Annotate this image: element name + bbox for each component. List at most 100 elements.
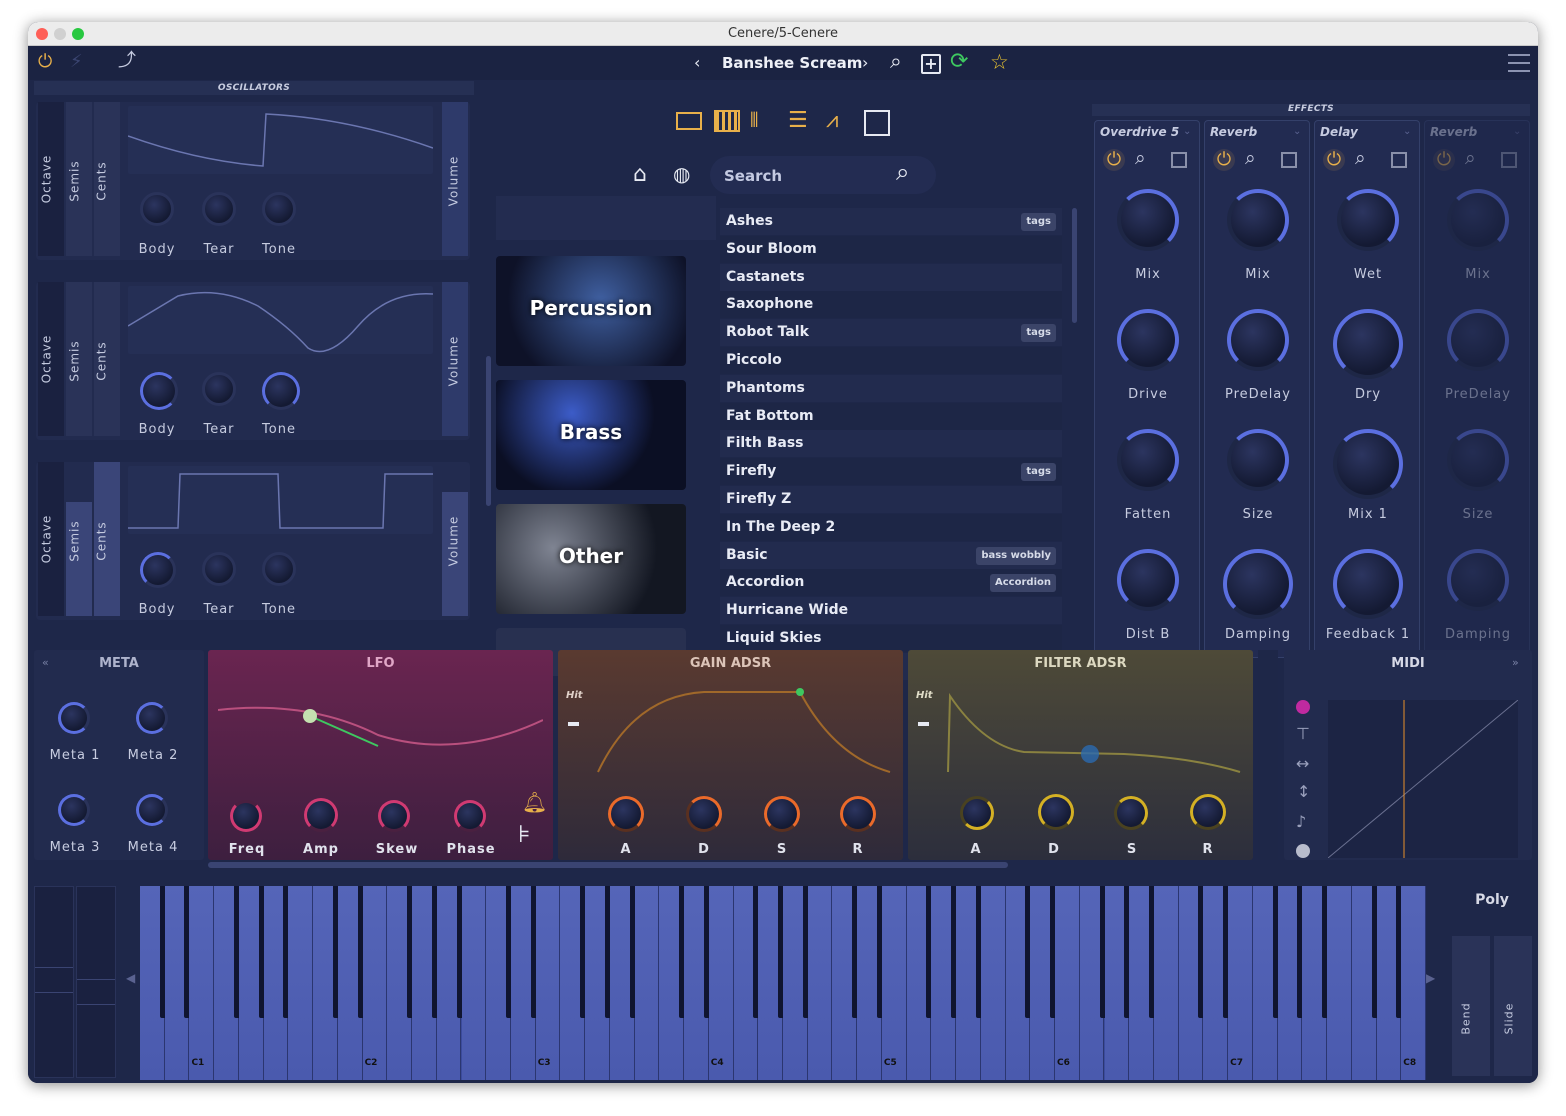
white-key[interactable] <box>881 886 907 1080</box>
volume-slider-label[interactable]: Volume <box>446 516 460 567</box>
chevron-down-icon[interactable]: ⌄ <box>1403 127 1411 137</box>
tone-knob[interactable] <box>262 192 296 226</box>
lightning-icon[interactable]: ⚡ <box>70 53 83 71</box>
effect-knob[interactable] <box>1337 189 1399 251</box>
pitch-wheel[interactable] <box>34 886 74 1078</box>
octave-slider-label[interactable]: Octave <box>39 335 53 384</box>
effect-knob[interactable] <box>1117 309 1179 371</box>
tear-knob[interactable] <box>202 192 236 226</box>
white-key[interactable] <box>362 886 388 1080</box>
white-key[interactable] <box>189 886 215 1080</box>
mod-wheel[interactable] <box>76 886 116 1078</box>
chevron-down-icon[interactable]: ⌄ <box>1183 127 1191 137</box>
preset-row[interactable]: Accordion Accordion <box>720 569 1062 597</box>
filter-attack-knob[interactable] <box>960 796 994 830</box>
effect-knob[interactable] <box>1447 309 1509 371</box>
cents-slider-label[interactable]: Cents <box>95 161 109 200</box>
tear-knob[interactable] <box>202 552 236 586</box>
preset-row[interactable]: Ashes tags <box>720 208 1062 235</box>
globe-icon[interactable]: ◍ <box>673 164 690 184</box>
filter-release-knob[interactable] <box>1190 794 1226 830</box>
gain-attack-knob[interactable] <box>608 796 644 832</box>
preset-row[interactable]: Hurricane Wide <box>720 597 1062 625</box>
tear-knob[interactable] <box>202 372 236 406</box>
effect-window-icon[interactable] <box>1281 152 1297 168</box>
midi-dot-button[interactable] <box>1296 844 1310 858</box>
white-key[interactable] <box>1153 886 1179 1080</box>
body-knob[interactable] <box>140 552 176 588</box>
white-key[interactable] <box>1401 886 1426 1080</box>
phase-knob[interactable] <box>454 800 486 832</box>
effect-search-icon[interactable]: ⌕ <box>1135 149 1146 168</box>
effect-knob[interactable] <box>1227 189 1289 251</box>
effect-window-icon[interactable] <box>1391 152 1407 168</box>
effect-name[interactable]: Reverb <box>1430 125 1477 139</box>
effect-knob[interactable] <box>1447 429 1509 491</box>
align-top-icon[interactable]: ⊤ <box>1296 726 1310 742</box>
search-input[interactable]: Search <box>724 167 782 185</box>
category-card-other[interactable]: Other <box>496 504 686 614</box>
effect-power-icon[interactable]: ⏻ <box>1213 149 1235 171</box>
white-key[interactable] <box>1055 886 1080 1080</box>
preset-row[interactable]: Filth Bass <box>720 430 1062 458</box>
effect-search-icon[interactable]: ⌕ <box>1465 149 1476 168</box>
square-view-icon[interactable] <box>864 110 890 136</box>
freq-knob[interactable] <box>230 800 262 832</box>
volume-slider-label[interactable]: Volume <box>446 336 460 387</box>
octave-slider-label[interactable]: Octave <box>39 515 53 564</box>
effect-knob[interactable] <box>1333 429 1403 499</box>
piano-keyboard[interactable]: C1 C2 C3 C4 C5 C6 C7 C8 <box>140 886 1426 1080</box>
octave-down-arrow[interactable]: ◀ <box>126 972 135 984</box>
gain-envelope-curve[interactable] <box>594 686 894 776</box>
effect-search-icon[interactable]: ⌕ <box>1245 149 1256 168</box>
effect-knob[interactable] <box>1227 429 1289 491</box>
horizontal-arrows-icon[interactable]: ↔ <box>1296 756 1309 772</box>
meta-2-knob[interactable] <box>136 702 168 734</box>
home-icon[interactable]: ⌂ <box>633 164 647 186</box>
white-key[interactable] <box>535 886 561 1080</box>
list-view-icon[interactable]: ☰ <box>788 110 808 132</box>
white-key[interactable] <box>1327 886 1352 1080</box>
gain-release-knob[interactable] <box>840 796 876 832</box>
category-card-percussion[interactable]: Percussion <box>496 256 686 366</box>
volume-slider-label[interactable]: Volume <box>446 156 460 207</box>
preset-row[interactable]: Liquid Skies <box>720 625 1062 652</box>
category-scrollbar[interactable] <box>486 356 491 506</box>
effect-window-icon[interactable] <box>1171 152 1187 168</box>
effect-knob[interactable] <box>1447 189 1509 251</box>
waveform-display[interactable] <box>127 106 434 174</box>
preset-row[interactable]: Robot Talk tags <box>720 319 1062 347</box>
effect-name[interactable]: Delay <box>1320 125 1358 139</box>
octave-slider-label[interactable]: Octave <box>39 155 53 204</box>
midi-expand-button[interactable]: » <box>1512 656 1519 669</box>
white-key[interactable] <box>634 886 660 1080</box>
envelope-view-icon[interactable]: ⩘ <box>826 110 838 132</box>
effect-name[interactable]: Overdrive 5 <box>1100 125 1179 139</box>
category-card-brass[interactable]: Brass <box>496 380 686 490</box>
effect-name[interactable]: Reverb <box>1210 125 1257 139</box>
layout-view-icon[interactable] <box>676 112 702 130</box>
preset-tag[interactable]: Accordion <box>990 574 1056 593</box>
preset-row[interactable]: Basic bass wobbly <box>720 541 1062 569</box>
filter-envelope-curve[interactable] <box>944 686 1244 776</box>
waveform-display[interactable] <box>128 466 433 534</box>
white-key[interactable] <box>1228 886 1253 1080</box>
effect-power-icon[interactable]: ⏻ <box>1103 149 1125 171</box>
filter-decay-knob[interactable] <box>1038 794 1074 830</box>
keyboard-view-icon[interactable] <box>714 110 740 132</box>
add-lfo-icon[interactable]: ⊧ <box>518 822 531 846</box>
preset-row[interactable]: Piccolo <box>720 347 1062 374</box>
white-key[interactable] <box>461 886 487 1080</box>
white-key[interactable] <box>980 886 1006 1080</box>
preset-tag[interactable]: bass wobbly <box>976 546 1056 565</box>
tone-knob[interactable] <box>262 552 296 586</box>
preset-row[interactable]: Firefly Z <box>720 486 1062 513</box>
preset-scrollbar[interactable] <box>1072 208 1077 323</box>
add-preset-icon[interactable]: + <box>921 54 941 74</box>
preset-tag[interactable]: tags <box>1021 324 1056 343</box>
effect-knob[interactable] <box>1227 309 1289 371</box>
search-icon[interactable]: ⌕ <box>890 51 902 72</box>
white-key[interactable] <box>807 886 833 1080</box>
preset-tag[interactable]: tags <box>1021 463 1056 482</box>
prev-preset-button[interactable]: ‹ <box>694 55 700 71</box>
